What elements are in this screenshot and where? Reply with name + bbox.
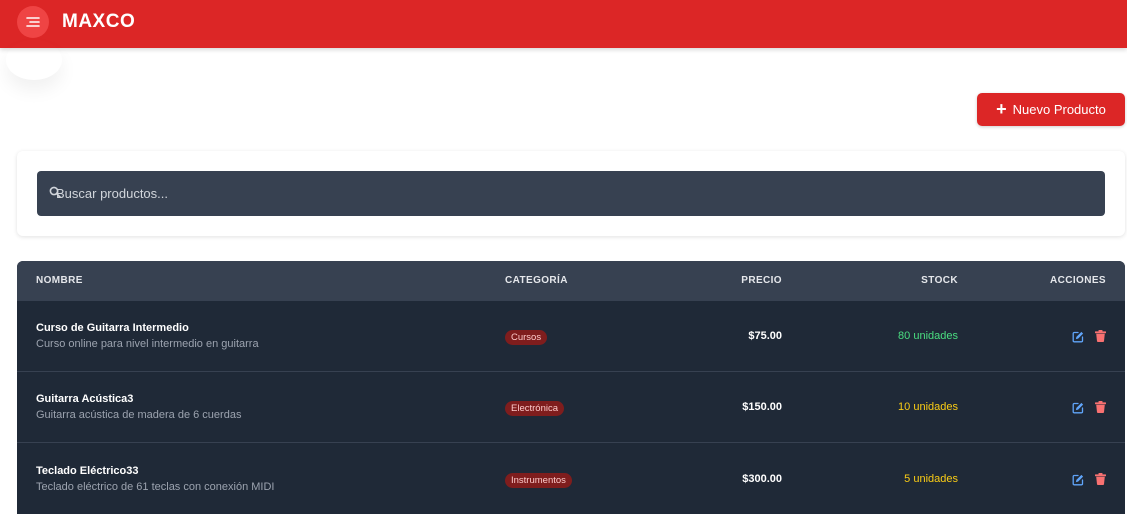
top-navbar: MAXCO (0, 0, 1127, 48)
category-badge: Instrumentos (505, 473, 572, 488)
column-header-name: NOMBRE (36, 275, 83, 286)
products-table: NOMBRE CATEGORÍA PRECIO STOCK ACCIONES C… (17, 261, 1125, 514)
product-description: Curso online para nivel intermedio en gu… (36, 338, 259, 350)
table-row: Teclado Eléctrico33 Teclado eléctrico de… (17, 444, 1125, 514)
product-description: Teclado eléctrico de 61 teclas con conex… (36, 481, 275, 493)
brand-logo: MAXCO (62, 11, 136, 32)
category-badge: Electrónica (505, 401, 564, 416)
trash-icon[interactable] (1095, 401, 1106, 413)
table-row: Guitarra Acústica3 Guitarra acústica de … (17, 372, 1125, 443)
search-box (37, 171, 1105, 216)
column-header-category: CATEGORÍA (505, 275, 568, 286)
product-stock: 10 unidades (898, 401, 958, 413)
edit-icon[interactable] (1072, 402, 1084, 414)
table-header: NOMBRE CATEGORÍA PRECIO STOCK ACCIONES (17, 261, 1125, 301)
product-price: $300.00 (742, 473, 782, 485)
product-price: $75.00 (748, 330, 782, 342)
product-name: Guitarra Acústica3 (36, 393, 134, 405)
category-badge: Cursos (505, 330, 548, 345)
new-product-button[interactable]: + Nuevo Producto (977, 93, 1125, 126)
trash-icon[interactable] (1095, 330, 1106, 342)
product-stock: 5 unidades (904, 473, 958, 485)
edit-icon[interactable] (1072, 331, 1084, 343)
search-card (17, 151, 1125, 236)
menu-icon (26, 17, 40, 27)
column-header-price: PRECIO (741, 275, 782, 286)
edit-icon[interactable] (1072, 474, 1084, 486)
product-name: Curso de Guitarra Intermedio (36, 322, 189, 334)
column-header-stock: STOCK (921, 275, 958, 286)
new-product-label: Nuevo Producto (1012, 102, 1106, 117)
product-description: Guitarra acústica de madera de 6 cuerdas (36, 409, 242, 421)
product-price: $150.00 (742, 401, 782, 413)
column-header-actions: ACCIONES (1050, 275, 1106, 286)
menu-button[interactable] (17, 6, 49, 38)
search-input[interactable] (56, 171, 1096, 216)
product-stock: 80 unidades (898, 330, 958, 342)
product-name: Teclado Eléctrico33 (36, 465, 139, 477)
plus-icon: + (996, 98, 1007, 119)
table-row: Curso de Guitarra Intermedio Curso onlin… (17, 301, 1125, 372)
trash-icon[interactable] (1095, 473, 1106, 485)
